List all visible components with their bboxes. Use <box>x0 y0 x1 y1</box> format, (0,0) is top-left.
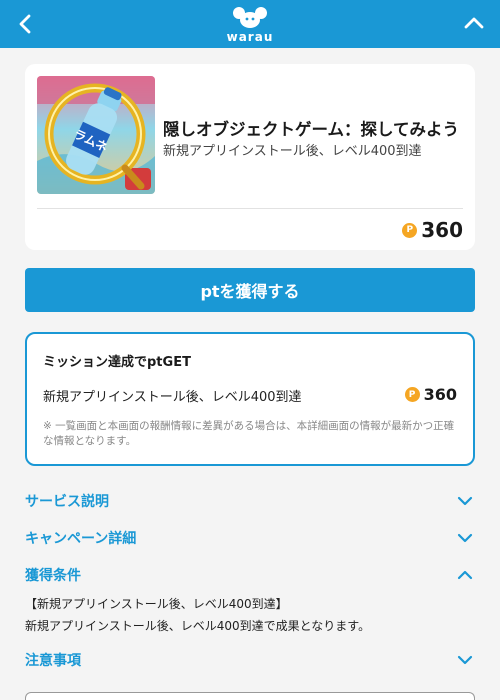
next-section-box <box>25 692 475 700</box>
chevron-down-icon <box>457 655 473 665</box>
point-coin-icon: P <box>402 222 418 238</box>
offer-points: P 360 <box>402 217 463 243</box>
chevron-down-icon <box>457 496 473 506</box>
divider <box>37 208 463 209</box>
conditions-line-1: 【新規アプリインストール後、レベル400到達】 <box>25 597 288 611</box>
ramune-bottle-icon: ラムネ <box>37 76 155 194</box>
accordion-conditions-label: 獲得条件 <box>25 568 81 584</box>
conditions-line-2: 新規アプリインストール後、レベル400到達で成果となります。 <box>25 619 371 633</box>
offer-title: 隠しオブジェクトゲーム：探してみよう <box>163 120 460 139</box>
accordion-service[interactable]: サービス説明 <box>25 489 475 513</box>
offer-card: ラムネ 隠しオブジェクトゲーム：探してみよう 新規アプリインストール後、レベル4… <box>25 64 475 250</box>
mission-box: ミッション達成でptGET 新規アプリインストール後、レベル400到達 P 36… <box>25 332 475 466</box>
mission-points: P 360 <box>404 385 457 404</box>
accordion-campaign-label: キャンペーン詳細 <box>25 531 137 547</box>
mission-points-value: 360 <box>423 385 457 404</box>
accordion-notes-label: 注意事項 <box>25 653 81 669</box>
chevron-up-icon[interactable] <box>462 12 486 36</box>
offer-points-value: 360 <box>421 218 463 242</box>
warau-logo[interactable]: warau <box>220 6 280 44</box>
logo-text: warau <box>226 30 274 44</box>
point-coin-icon: P <box>404 387 420 402</box>
get-points-button[interactable]: ptを獲得する <box>25 268 475 312</box>
mission-note: ※ 一覧画面と本画面の報酬情報に差異がある場合は、本詳細画面の情報が最新かつ正確… <box>43 420 455 447</box>
chevron-up-icon <box>457 570 473 580</box>
accordion-service-label: サービス説明 <box>25 494 109 510</box>
accordion-campaign[interactable]: キャンペーン詳細 <box>25 526 475 550</box>
offer-thumbnail: ラムネ <box>37 76 155 194</box>
chevron-down-icon <box>457 533 473 543</box>
accordion-conditions[interactable]: 獲得条件 <box>25 563 475 587</box>
offer-subtitle: 新規アプリインストール後、レベル400到達 <box>163 144 422 159</box>
mission-condition: 新規アプリインストール後、レベル400到達 <box>43 390 302 405</box>
logo-mark-icon <box>233 7 267 28</box>
accordion-notes[interactable]: 注意事項 <box>25 648 475 672</box>
mission-title: ミッション達成でptGET <box>43 355 191 370</box>
app-header: warau <box>0 0 500 48</box>
chevron-left-icon[interactable] <box>14 12 38 36</box>
